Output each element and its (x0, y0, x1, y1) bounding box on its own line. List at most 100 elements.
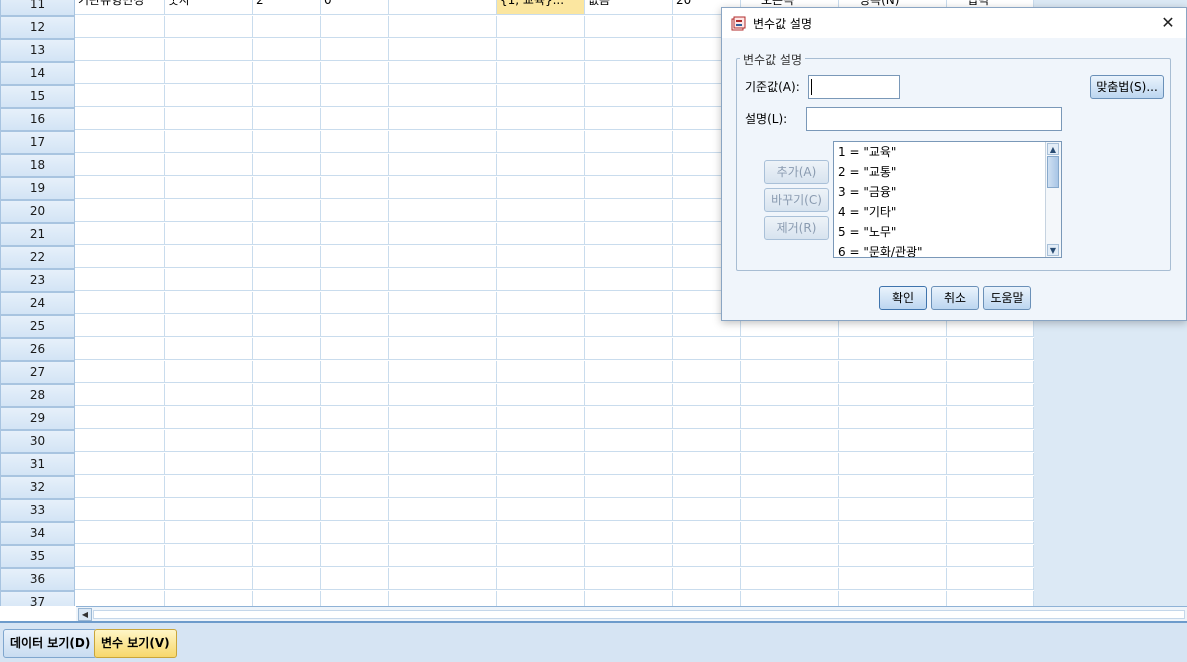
scroll-thumb[interactable] (1047, 156, 1059, 188)
grid-cell[interactable] (165, 269, 253, 291)
grid-cell[interactable] (741, 338, 839, 360)
grid-cell[interactable] (741, 545, 839, 567)
grid-cell[interactable] (497, 223, 585, 245)
row-header[interactable]: 15 (0, 85, 75, 108)
grid-cell[interactable] (321, 407, 389, 429)
add-button[interactable]: 추가(A) (764, 160, 829, 184)
grid-cell[interactable] (321, 591, 389, 606)
grid-cell[interactable] (165, 39, 253, 61)
grid-cell[interactable] (253, 453, 321, 475)
grid-cell[interactable] (585, 85, 673, 107)
grid-cell[interactable] (585, 131, 673, 153)
grid-cell[interactable] (585, 200, 673, 222)
grid-cell[interactable] (585, 338, 673, 360)
grid-cell[interactable] (839, 338, 947, 360)
row-header[interactable]: 31 (0, 453, 75, 476)
row-header[interactable]: 16 (0, 108, 75, 131)
grid-cell[interactable] (165, 545, 253, 567)
grid-cell[interactable] (253, 545, 321, 567)
grid-cell[interactable] (165, 338, 253, 360)
grid-cell[interactable] (253, 154, 321, 176)
grid-cell[interactable] (253, 430, 321, 452)
row-header[interactable]: 37 (0, 591, 75, 606)
cell-type[interactable]: 숫자 (165, 0, 253, 15)
grid-cell[interactable] (75, 476, 165, 498)
grid-cell[interactable] (75, 568, 165, 590)
grid-cell[interactable] (389, 246, 497, 268)
grid-cell[interactable] (253, 16, 321, 38)
grid-cell[interactable] (389, 476, 497, 498)
cell-missing[interactable]: 없음 (585, 0, 673, 15)
list-item[interactable]: 3 = "금융" (838, 182, 896, 202)
grid-cell[interactable] (165, 568, 253, 590)
grid-cell[interactable] (75, 200, 165, 222)
grid-cell[interactable] (741, 568, 839, 590)
grid-cell[interactable] (839, 361, 947, 383)
grid-cell[interactable] (741, 522, 839, 544)
grid-cell[interactable] (165, 591, 253, 606)
grid-cell[interactable] (585, 108, 673, 130)
grid-cell[interactable] (165, 85, 253, 107)
grid-cell[interactable] (253, 338, 321, 360)
grid-cell[interactable] (389, 545, 497, 567)
grid-cell[interactable] (75, 430, 165, 452)
grid-cell[interactable] (165, 361, 253, 383)
grid-cell[interactable] (253, 568, 321, 590)
grid-cell[interactable] (741, 591, 839, 606)
grid-cell[interactable] (253, 177, 321, 199)
value-input[interactable] (808, 75, 900, 99)
list-item[interactable]: 6 = "문화/관광" (838, 242, 923, 257)
grid-cell[interactable] (75, 177, 165, 199)
row-header[interactable]: 20 (0, 200, 75, 223)
grid-cell[interactable] (75, 591, 165, 606)
grid-cell[interactable] (947, 545, 1034, 567)
grid-cell[interactable] (75, 407, 165, 429)
grid-cell[interactable] (497, 591, 585, 606)
grid-cell[interactable] (389, 384, 497, 406)
grid-cell[interactable] (321, 361, 389, 383)
grid-cell[interactable] (165, 200, 253, 222)
grid-cell[interactable] (75, 246, 165, 268)
grid-cell[interactable] (75, 154, 165, 176)
grid-cell[interactable] (389, 430, 497, 452)
grid-cell[interactable] (741, 453, 839, 475)
grid-cell[interactable] (321, 568, 389, 590)
grid-cell[interactable] (389, 338, 497, 360)
grid-cell[interactable] (75, 338, 165, 360)
grid-cell[interactable] (321, 476, 389, 498)
grid-cell[interactable] (165, 16, 253, 38)
grid-cell[interactable] (75, 453, 165, 475)
grid-cell[interactable] (497, 522, 585, 544)
tab-variable-view[interactable]: 변수 보기(V) (94, 629, 177, 658)
grid-cell[interactable] (321, 269, 389, 291)
grid-cell[interactable] (497, 407, 585, 429)
grid-cell[interactable] (947, 476, 1034, 498)
grid-cell[interactable] (947, 338, 1034, 360)
grid-cell[interactable] (497, 131, 585, 153)
grid-cell[interactable] (321, 430, 389, 452)
grid-cell[interactable] (741, 476, 839, 498)
grid-cell[interactable] (497, 39, 585, 61)
grid-cell[interactable] (389, 361, 497, 383)
grid-cell[interactable] (75, 39, 165, 61)
label-input[interactable] (806, 107, 1062, 131)
grid-cell[interactable] (947, 361, 1034, 383)
grid-cell[interactable] (741, 361, 839, 383)
grid-cell[interactable] (253, 223, 321, 245)
grid-cell[interactable] (75, 545, 165, 567)
grid-cell[interactable] (165, 62, 253, 84)
row-header[interactable]: 13 (0, 39, 75, 62)
grid-cell[interactable] (585, 16, 673, 38)
grid-cell[interactable] (497, 16, 585, 38)
scroll-track[interactable] (93, 610, 1185, 619)
grid-cell[interactable] (673, 591, 741, 606)
grid-cell[interactable] (165, 476, 253, 498)
grid-cell[interactable] (165, 384, 253, 406)
grid-cell[interactable] (673, 453, 741, 475)
grid-cell[interactable] (585, 568, 673, 590)
grid-cell[interactable] (321, 338, 389, 360)
grid-cell[interactable] (585, 269, 673, 291)
grid-cell[interactable] (75, 269, 165, 291)
grid-cell[interactable] (673, 499, 741, 521)
spelling-button[interactable]: 맞춤법(S)... (1090, 75, 1164, 99)
